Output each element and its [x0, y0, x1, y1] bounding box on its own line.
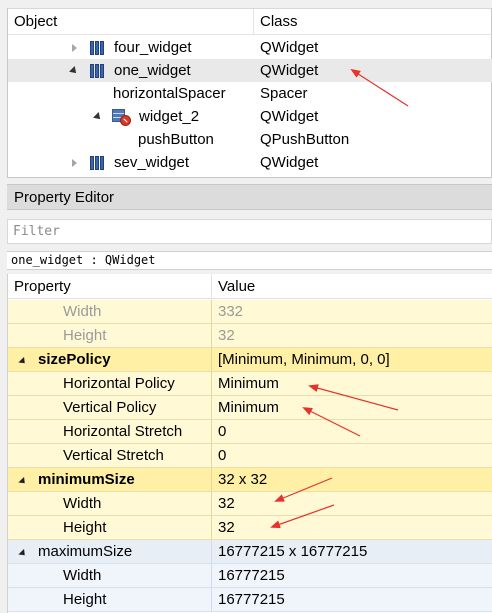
tree-item-widget-2[interactable]: widget_2 QWidget: [8, 105, 492, 128]
property-name: Horizontal Stretch: [63, 423, 183, 440]
property-row-horizontal-policy[interactable]: Horizontal Policy Minimum: [8, 372, 492, 396]
property-value[interactable]: 32: [212, 516, 235, 539]
tree-item-class: QPushButton: [260, 131, 350, 148]
property-value[interactable]: 32: [212, 324, 235, 347]
property-name: Width: [63, 303, 102, 320]
column-header-property[interactable]: Property: [8, 274, 212, 298]
property-row-vertical-policy[interactable]: Vertical Policy Minimum: [8, 396, 492, 420]
tree-item-name: horizontalSpacer: [113, 85, 226, 102]
property-row-max-height[interactable]: Height 16777215: [8, 588, 492, 612]
property-name: Height: [63, 327, 107, 344]
expand-arrow-icon[interactable]: [72, 159, 77, 167]
property-name: Vertical Policy: [63, 399, 157, 416]
property-name: sizePolicy: [38, 351, 111, 368]
tree-item-name: pushButton: [138, 131, 214, 148]
property-row-vertical-stretch[interactable]: Vertical Stretch 0: [8, 444, 492, 468]
expand-arrow-icon[interactable]: [72, 44, 77, 52]
tree-item-one-widget[interactable]: one_widget QWidget: [8, 59, 492, 82]
property-value[interactable]: 16777215: [212, 564, 285, 587]
property-value[interactable]: 16777215: [212, 588, 285, 611]
property-name: Height: [63, 591, 107, 608]
property-row-maximum-size[interactable]: maximumSize 16777215 x 16777215: [8, 540, 492, 564]
collapse-arrow-icon[interactable]: [18, 356, 28, 367]
tree-item-class: QWidget: [260, 62, 319, 79]
widget-layout-icon: [90, 156, 104, 170]
property-value[interactable]: 0: [212, 420, 226, 443]
tree-item-class: QWidget: [260, 154, 319, 171]
property-name: maximumSize: [38, 543, 133, 560]
tree-item-four-widget[interactable]: four_widget QWidget: [8, 36, 492, 59]
property-name: Horizontal Policy: [63, 375, 175, 392]
collapse-arrow-icon[interactable]: [69, 66, 79, 76]
broken-layout-widget-icon: [112, 109, 131, 126]
widget-layout-icon: [90, 41, 104, 55]
collapse-arrow-icon[interactable]: [18, 476, 28, 487]
property-value[interactable]: 332: [212, 300, 243, 323]
property-name: Width: [63, 567, 102, 584]
property-value[interactable]: 32: [212, 492, 235, 515]
tree-item-name: one_widget: [114, 62, 191, 79]
object-inspector-header: Object Class: [8, 8, 491, 35]
collapse-arrow-icon[interactable]: [18, 548, 28, 559]
property-value[interactable]: Minimum: [212, 372, 279, 395]
property-row-max-width[interactable]: Width 16777215: [8, 564, 492, 588]
property-value[interactable]: 16777215 x 16777215: [212, 540, 367, 563]
property-value[interactable]: Minimum: [212, 396, 279, 419]
tree-item-class: QWidget: [260, 108, 319, 125]
property-table: Property Value Width 332 Height 32 sizeP…: [7, 274, 492, 613]
tree-item-name: four_widget: [114, 39, 192, 56]
property-name: Width: [63, 495, 102, 512]
tree-item-name: widget_2: [139, 108, 200, 125]
property-row-height[interactable]: Height 32: [8, 324, 492, 348]
object-class-label: one_widget : QWidget: [7, 251, 492, 270]
property-value[interactable]: 32 x 32: [212, 468, 267, 491]
column-header-class[interactable]: Class: [254, 9, 491, 34]
tree-item-horizontal-spacer[interactable]: horizontalSpacer Spacer: [8, 82, 492, 105]
property-row-min-width[interactable]: Width 32: [8, 492, 492, 516]
tree-item-sev-widget[interactable]: sev_widget QWidget: [8, 151, 492, 174]
widget-layout-icon: [90, 64, 104, 78]
tree-item-class: QWidget: [260, 39, 319, 56]
tree-item-name: sev_widget: [114, 154, 190, 171]
column-header-value[interactable]: Value: [212, 274, 255, 298]
property-row-horizontal-stretch[interactable]: Horizontal Stretch 0: [8, 420, 492, 444]
property-table-header: Property Value: [8, 274, 492, 299]
property-row-width[interactable]: Width 332: [8, 300, 492, 324]
property-name: Height: [63, 519, 107, 536]
filter-input[interactable]: Filter: [7, 219, 492, 244]
property-name: minimumSize: [38, 471, 135, 488]
property-row-minimum-size[interactable]: minimumSize 32 x 32: [8, 468, 492, 492]
property-name: Vertical Stretch: [63, 447, 164, 464]
column-header-object[interactable]: Object: [8, 9, 254, 34]
property-row-min-height[interactable]: Height 32: [8, 516, 492, 540]
property-editor-title: Property Editor: [7, 184, 492, 210]
collapse-arrow-icon[interactable]: [93, 112, 103, 122]
tree-item-push-button[interactable]: pushButton QPushButton: [8, 128, 492, 151]
property-row-size-policy[interactable]: sizePolicy [Minimum, Minimum, 0, 0]: [8, 348, 492, 372]
tree-item-class: Spacer: [260, 85, 308, 102]
object-inspector: Object Class four_widget QWidget one_wid…: [7, 8, 492, 178]
property-value[interactable]: [Minimum, Minimum, 0, 0]: [212, 348, 390, 371]
property-value[interactable]: 0: [212, 444, 226, 467]
